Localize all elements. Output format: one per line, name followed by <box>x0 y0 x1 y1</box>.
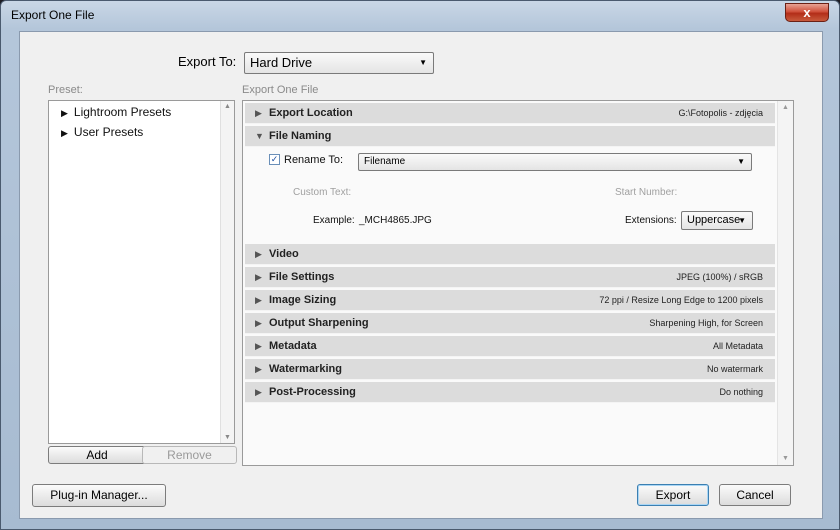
add-preset-button[interactable]: Add <box>48 446 146 464</box>
section-post-processing[interactable]: ▶ Post-Processing Do nothing <box>245 382 775 403</box>
section-metadata[interactable]: ▶ Metadata All Metadata <box>245 336 775 357</box>
preset-item-label: Lightroom Presets <box>73 105 172 119</box>
example-filename: _MCH4865.JPG <box>359 215 432 226</box>
section-summary: All Metadata <box>712 341 763 351</box>
preset-list: ▶ Lightroom Presets ▶ User Presets ▲ ▼ <box>48 100 235 444</box>
rename-to-label: Rename To: <box>284 154 344 166</box>
section-title: Export Location <box>269 107 353 119</box>
start-number-label: Start Number: <box>615 187 678 198</box>
export-to-dropdown[interactable]: Hard Drive ▼ <box>244 52 434 74</box>
section-summary: G:\Fotopolis - zdjęcia <box>678 108 763 118</box>
collapsed-triangle-icon: ▶ <box>255 318 262 328</box>
section-summary: 72 ppi / Resize Long Edge to 1200 pixels <box>599 295 763 305</box>
window-title: Export One File <box>11 8 95 22</box>
export-button[interactable]: Export <box>637 484 709 506</box>
remove-preset-button[interactable]: Remove <box>142 446 237 464</box>
collapsed-triangle-icon: ▶ <box>255 249 262 259</box>
section-export-location[interactable]: ▶ Export Location G:\Fotopolis - zdjęcia <box>245 103 775 124</box>
section-summary: JPEG (100%) / sRGB <box>676 272 763 282</box>
section-title: Metadata <box>269 340 317 352</box>
section-video[interactable]: ▶ Video <box>245 244 775 265</box>
section-watermarking[interactable]: ▶ Watermarking No watermark <box>245 359 775 380</box>
collapsed-triangle-icon: ▶ <box>255 364 262 374</box>
section-title: Watermarking <box>269 363 342 375</box>
rename-checkbox[interactable]: ✓ <box>269 154 280 165</box>
preset-item-user-presets[interactable]: ▶ User Presets <box>61 125 143 139</box>
chevron-down-icon: ▼ <box>737 157 745 166</box>
main-panel-label: Export One File <box>242 84 319 96</box>
preset-item-label: User Presets <box>73 125 144 139</box>
section-title: Output Sharpening <box>269 317 369 329</box>
collapsed-triangle-icon: ▶ <box>255 108 262 118</box>
dialog-client: Export To: Hard Drive ▼ Preset: Export O… <box>19 31 823 519</box>
section-file-settings[interactable]: ▶ File Settings JPEG (100%) / sRGB <box>245 267 775 288</box>
chevron-down-icon: ▼ <box>738 216 746 225</box>
scroll-up-icon[interactable]: ▲ <box>778 104 793 111</box>
preset-scrollbar[interactable]: ▲ ▼ <box>220 101 234 443</box>
export-to-label: Export To: <box>178 54 237 69</box>
extensions-label: Extensions: <box>625 215 677 226</box>
close-button[interactable]: x <box>785 3 829 22</box>
section-title: Post-Processing <box>269 386 356 398</box>
section-output-sharpening[interactable]: ▶ Output Sharpening Sharpening High, for… <box>245 313 775 334</box>
cancel-button[interactable]: Cancel <box>719 484 791 506</box>
expand-triangle-icon: ▶ <box>61 128 68 138</box>
collapsed-triangle-icon: ▶ <box>255 341 262 351</box>
section-title: File Naming <box>269 130 332 142</box>
expand-triangle-icon: ▶ <box>61 108 68 118</box>
section-summary: Sharpening High, for Screen <box>649 318 763 328</box>
close-icon: x <box>803 5 811 20</box>
plugin-manager-button[interactable]: Plug-in Manager... <box>32 484 166 507</box>
preset-label: Preset: <box>48 84 83 96</box>
export-to-value: Hard Drive <box>250 55 313 70</box>
scroll-up-icon[interactable]: ▲ <box>221 103 234 110</box>
section-summary: No watermark <box>706 364 763 374</box>
chevron-down-icon: ▼ <box>419 58 427 67</box>
expanded-triangle-icon: ▼ <box>255 131 264 141</box>
section-image-sizing[interactable]: ▶ Image Sizing 72 ppi / Resize Long Edge… <box>245 290 775 311</box>
section-title: Image Sizing <box>269 294 337 306</box>
section-title: Video <box>269 248 299 260</box>
example-label: Example: <box>313 215 355 226</box>
settings-scrollbar[interactable]: ▲ ▼ <box>777 101 793 465</box>
scroll-down-icon[interactable]: ▼ <box>221 434 234 441</box>
section-file-naming[interactable]: ▼ File Naming <box>245 126 775 147</box>
scroll-down-icon[interactable]: ▼ <box>778 455 793 462</box>
extensions-dropdown[interactable]: Uppercase ▼ <box>681 211 753 230</box>
title-bar: Export One File x <box>1 1 840 29</box>
extensions-value: Uppercase <box>687 214 741 226</box>
custom-text-label: Custom Text: <box>293 187 352 198</box>
rename-template-value: Filename <box>364 156 406 167</box>
collapsed-triangle-icon: ▶ <box>255 272 262 282</box>
export-dialog: Export One File x Export To: Hard Drive … <box>0 0 840 530</box>
rename-template-dropdown[interactable]: Filename ▼ <box>358 153 752 171</box>
collapsed-triangle-icon: ▶ <box>255 387 262 397</box>
preset-item-lightroom-presets[interactable]: ▶ Lightroom Presets <box>61 105 171 119</box>
section-summary: Do nothing <box>719 387 763 397</box>
section-title: File Settings <box>269 271 335 283</box>
collapsed-triangle-icon: ▶ <box>255 295 262 305</box>
